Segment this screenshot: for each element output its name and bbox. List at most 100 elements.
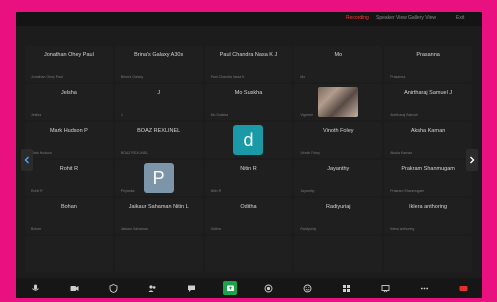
participant-label: Vinoth Foley [300,151,320,155]
participant-name: Nitin R [240,166,257,172]
participant-tile[interactable]: Anirtharaj Samuel J Anirtharaj Samuel [384,84,472,120]
participant-name: Anirtharaj Samuel J [404,90,453,96]
participant-tile[interactable]: Bohan Bohan [25,198,113,234]
apps-button[interactable] [339,281,353,295]
participant-label: Paul Chandra Nasa K [210,75,245,79]
participant-tile[interactable]: Jaikaur Sahaman Nitin L Jaikaur Sahaman [114,198,203,234]
video-button[interactable] [67,281,81,295]
meeting-toolbar [16,278,482,298]
participant-tile[interactable]: Paul Chandra Nasa K J Paul Chandra Nasa K [204,46,293,82]
participant-name: Radiyuriaj [326,204,351,210]
previous-page-button[interactable] [21,149,33,171]
participant-label: Prasanna [390,75,406,79]
participant-tile[interactable]: Jonathan Ohey Paul Jonathan Ohey Paul [25,46,113,82]
more-icon [420,287,428,289]
participant-name: J [157,90,161,96]
participant-tile[interactable]: Brina's Galaxy A30s Brina's Galaxy [114,46,203,82]
reactions-button[interactable] [300,281,314,295]
participant-tile[interactable]: Vignesh [294,84,383,120]
participant-tile[interactable]: BOAZ REXLINEL BOAZ REXLINEL [114,122,203,158]
participant-name: Jaikaur Sahaman Nitin L [128,204,189,210]
participant-name: Paul Chandra Nasa K J [219,52,278,58]
participant-label: Iklera anthoring [390,227,415,231]
participant-name: BOAZ REXLINEL [137,128,181,134]
participant-tile[interactable] [25,236,113,272]
participant-label: Jayanthy [300,189,315,193]
participant-label: Priyanka [120,189,135,193]
participant-name: Bohan [60,204,77,210]
mic-icon [31,284,39,291]
recording-indicator[interactable]: Recording [346,15,369,21]
participant-name: Vinoth Foley [323,128,354,134]
speaker-view-button[interactable]: Speaker View [376,15,407,21]
participant-label: Nitin R [210,189,222,193]
participant-name: Iklera anthoring [409,204,448,210]
leave-button[interactable] [456,281,470,295]
participant-avatar: P [143,163,174,193]
participant-name: Mo Suskha [234,90,263,96]
meeting-top-bar: Recording Speaker View Gallery View Exit [16,12,482,26]
chat-button[interactable] [184,281,198,295]
participant-tile[interactable]: Prakram Shanmugam Prakram Shanmugam [384,160,472,196]
participant-label: Jaikaur Sahaman [120,227,149,231]
participant-grid: Jonathan Ohey Paul Jonathan Ohey Paul Brin… [25,46,472,272]
share-screen-button[interactable] [223,281,237,295]
participant-name: Aksha Karnan [410,128,446,134]
participant-tile[interactable]: P Priyanka [114,160,203,196]
participant-name: Jayanthy [327,166,350,172]
participant-label: Rohit R [31,189,43,193]
participant-tile[interactable]: Vinoth Foley Vinoth Foley [294,122,383,158]
participant-tile[interactable]: Mo Mo [294,46,383,82]
participant-name: Brina's Galaxy A30s [134,52,184,58]
participant-label: Brina's Galaxy [120,75,144,79]
participant-label: Prakram Shanmugam [390,189,425,193]
record-button[interactable] [261,281,275,295]
participants-icon [148,284,155,292]
participant-tile[interactable]: Mo Suskha Mo Suskha [204,84,293,120]
exit-button[interactable]: Exit [456,15,464,21]
participant-tile[interactable]: Aksha Karnan Aksha Karnan [384,122,472,158]
participant-label: Aksha Karnan [390,151,413,155]
participant-tile[interactable]: Jayanthy Jayanthy [294,160,383,196]
participant-tile[interactable]: Iklera anthoring Iklera anthoring [384,198,472,234]
gallery-view-button[interactable]: Gallery View [408,15,436,21]
participant-label: J [120,113,123,117]
participant-label: Jelsha [31,113,42,117]
participant-tile[interactable]: Jelsha Jelsha [25,84,113,120]
participant-label: Bohan [31,227,42,231]
participant-label: Mo Suskha [210,113,229,117]
participant-label: Oditha [210,227,221,231]
participant-label: Radiyuriaj [300,227,316,231]
participant-tile[interactable]: Nitin R Nitin R [204,160,293,196]
participant-name: Prasanna [416,52,440,58]
next-page-button[interactable] [466,149,478,171]
chevron-right-icon [470,156,475,164]
more-button[interactable] [417,281,431,295]
security-button[interactable] [106,281,120,295]
participant-tile[interactable] [114,236,203,272]
participant-name: Jonathan Ohey Paul [43,52,94,58]
participant-label: Anirtharaj Samuel [390,113,419,117]
participant-label: Vignesh [300,113,313,117]
participant-tile[interactable]: Oditha Oditha [204,198,293,234]
reactions-icon [303,284,311,292]
participant-tile[interactable]: Mark Hudson P Mark Hudson [25,122,113,158]
apps-icon [342,284,350,292]
participant-tile[interactable] [294,236,383,272]
leave-icon [459,285,467,291]
participant-tile[interactable]: JJ [114,84,203,120]
whiteboard-button[interactable] [378,281,392,295]
participant-name: Jelsha [60,90,77,96]
participant-tile[interactable] [204,236,293,272]
meeting-window: Recording Speaker View Gallery View Exit… [16,12,482,298]
participant-tile[interactable]: d [204,122,293,158]
participant-tile[interactable] [384,236,472,272]
mic-button[interactable] [28,281,42,295]
video-icon [70,285,78,291]
participant-tile[interactable]: Rohit R Rohit R [25,160,113,196]
participant-tile[interactable]: Radiyuriaj Radiyuriaj [294,198,383,234]
whiteboard-icon [381,284,389,292]
participant-tile[interactable]: Prasanna Prasanna [384,46,472,82]
participant-label: BOAZ REXLINEL [120,151,149,155]
participants-button[interactable] [145,281,159,295]
